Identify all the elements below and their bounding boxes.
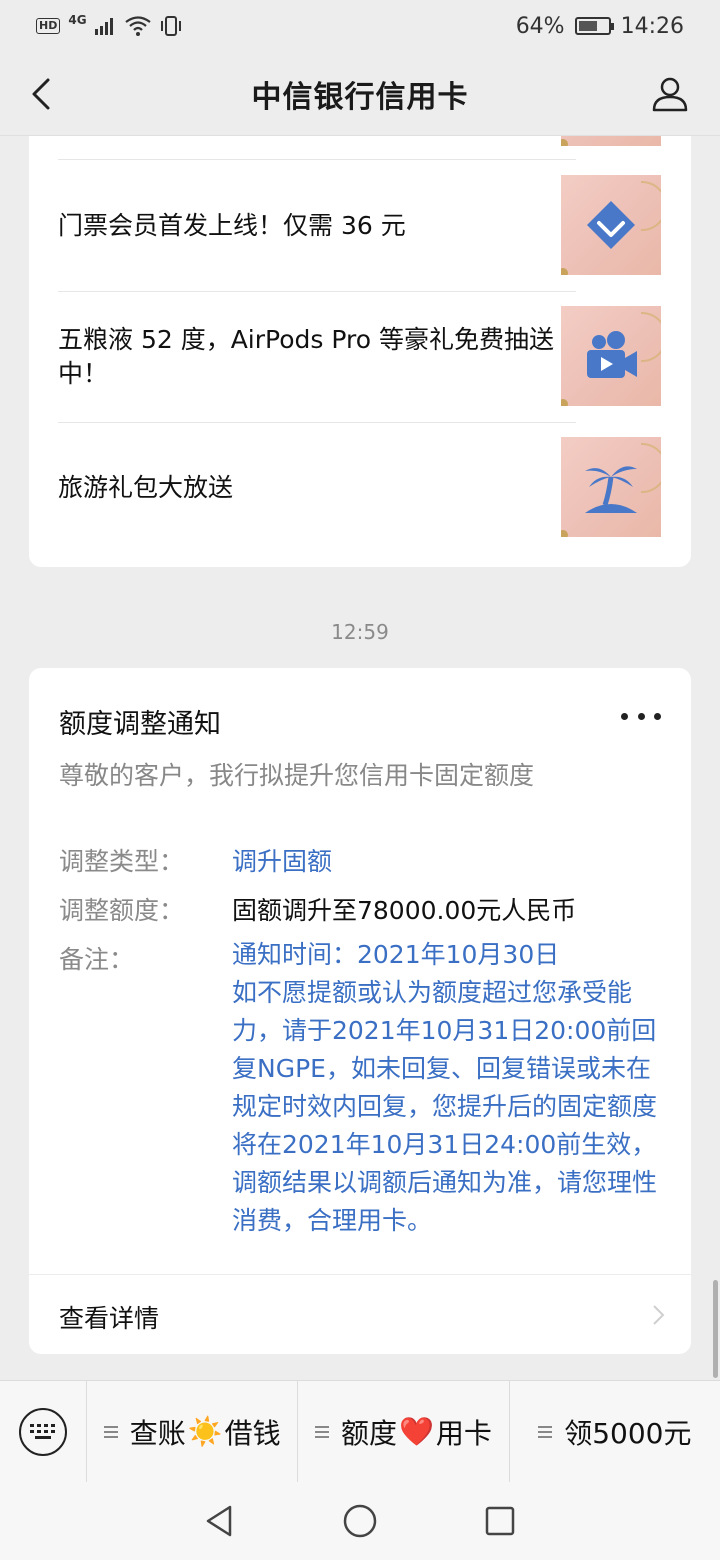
menu-item-check-account[interactable]: 查账 ☀️ 借钱 (86, 1380, 297, 1483)
view-details-label: 查看详情 (59, 1304, 160, 1333)
article-title: 门票会员首发上线！仅需 36 元 (58, 210, 406, 240)
system-back-button[interactable] (200, 1501, 240, 1541)
sun-icon: ☀️ (187, 1415, 223, 1448)
scrollbar[interactable] (713, 1280, 718, 1378)
divider (58, 422, 576, 423)
keyboard-icon (19, 1407, 67, 1456)
bottom-menu-bar: 查账 ☀️ 借钱 额度 ❤️ 用卡 领5000元 (0, 1380, 720, 1483)
battery-fill (578, 21, 597, 31)
network-icon: 4G (68, 13, 87, 27)
profile-button[interactable] (650, 74, 690, 114)
view-details-link[interactable]: 查看详情 (29, 1275, 691, 1354)
wifi-icon (124, 16, 151, 36)
article-thumb-2[interactable] (561, 306, 661, 406)
menu-item-credit-limit[interactable]: 额度 ❤️ 用卡 (297, 1380, 508, 1483)
dot (637, 712, 645, 720)
divider (58, 159, 576, 160)
system-nav-bar (0, 1482, 720, 1560)
page-title: 中信银行信用卡 (251, 79, 469, 115)
keyboard-toggle-button[interactable] (0, 1381, 86, 1483)
adjust-type-value: 调升固额 (232, 847, 333, 876)
message-timestamp: 12:59 (331, 620, 389, 644)
circle-home-icon (343, 1504, 377, 1538)
notice-card[interactable]: 额度调整通知 尊敬的客户，我行拟提升您信用卡固定额度 调整类型： 调升固额 调整… (29, 668, 691, 1354)
battery-icon (574, 17, 614, 35)
menu-label-right: 用卡 (435, 1416, 492, 1450)
menu-label-left: 额度 (341, 1416, 398, 1450)
clock: 14:26 (620, 13, 684, 39)
notice-title: 额度调整通知 (59, 709, 221, 740)
article-title: 旅游礼包大放送 (58, 472, 234, 502)
status-bar: HD 4G 64% 14:26 (0, 0, 720, 52)
dot (654, 712, 661, 720)
menu-list-icon (103, 1425, 118, 1438)
back-button[interactable] (24, 74, 64, 114)
status-left: HD 4G (36, 13, 183, 36)
status-right: 64% 14:26 (516, 14, 684, 39)
notice-subtitle: 尊敬的客户，我行拟提升您信用卡固定额度 (59, 761, 535, 790)
adjust-type-label: 调整类型： (59, 847, 185, 876)
article-item-2[interactable]: 五粮液 52 度，AirPods Pro 等豪礼免费抽送中！ (58, 306, 576, 407)
menu-list-icon (315, 1425, 330, 1438)
nav-bar: 中信银行信用卡 (0, 52, 720, 136)
battery-percent: 64% (515, 13, 565, 39)
adjust-amount-label: 调整额度： (59, 896, 185, 925)
heart-icon: ❤️ (399, 1415, 434, 1448)
remark-value: 通知时间：2021年10月30日 如不愿提额或认为额度超过您承受能力，请于202… (232, 940, 658, 1235)
adjust-amount-value: 固额调升至78000.00元人民币 (232, 896, 577, 925)
signal-icon (94, 18, 113, 35)
diamond-icon (587, 201, 635, 249)
triangle-back-icon (206, 1505, 232, 1537)
article-title: 五粮液 52 度，AirPods Pro 等豪礼免费抽送中！ (58, 324, 554, 388)
menu-item-get-5000[interactable]: 领5000元 (508, 1380, 720, 1483)
more-options-button[interactable] (621, 704, 661, 728)
hd-badge: HD (36, 18, 61, 34)
article-card: 门票会员首发上线！仅需 36 元 五粮液 52 度，AirPods Pro 等豪… (29, 136, 691, 567)
article-item-1[interactable]: 门票会员首发上线！仅需 36 元 (58, 175, 576, 276)
article-thumb-partial[interactable] (561, 136, 661, 146)
system-recents-button[interactable] (480, 1501, 520, 1541)
chevron-right-icon (653, 1305, 665, 1325)
menu-label-right: 借钱 (224, 1416, 281, 1450)
menu-label-left: 查账 (129, 1416, 186, 1450)
video-camera-icon (587, 331, 637, 378)
menu-list-icon (538, 1425, 553, 1438)
article-item-3[interactable]: 旅游礼包大放送 (58, 437, 576, 538)
palm-tree-icon (585, 466, 637, 513)
divider (58, 291, 576, 292)
article-thumb-1[interactable] (561, 175, 661, 275)
person-icon (652, 77, 688, 112)
menu-label: 领5000元 (564, 1416, 692, 1450)
vibrate-icon (160, 16, 181, 36)
article-thumb-3[interactable] (561, 437, 661, 537)
dot (621, 712, 628, 720)
chevron-left-icon (32, 78, 50, 110)
system-home-button[interactable] (340, 1501, 380, 1541)
square-recents-icon (485, 1506, 515, 1536)
remark-label: 备注： (59, 945, 135, 974)
